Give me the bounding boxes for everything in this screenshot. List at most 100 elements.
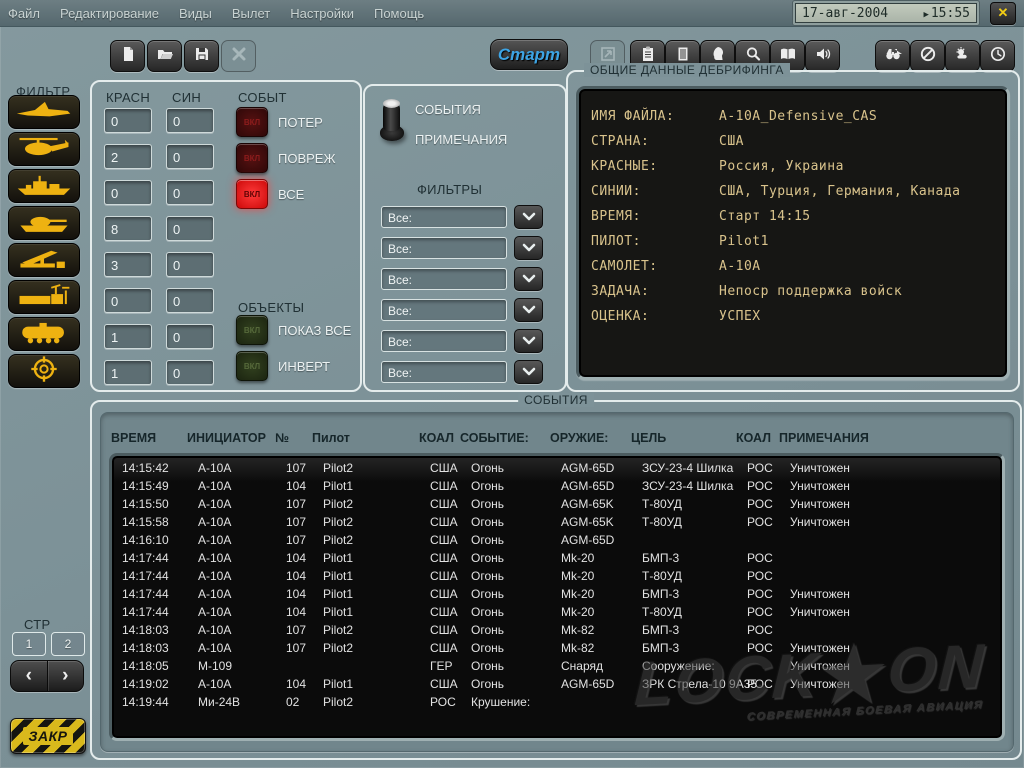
support-truck-icon [15, 282, 73, 313]
table-cell [790, 549, 998, 567]
open-file-button[interactable] [147, 40, 182, 72]
prohibit-button[interactable] [910, 40, 945, 72]
vkl-toggle-button[interactable]: ВКЛ [236, 315, 268, 345]
filter-dropdown[interactable]: Все: [381, 236, 543, 260]
debrief-panel: ОБЩИЕ ДАННЫЕ ДЕБРИФИНГА ИМЯ ФАЙЛА:A-10A_… [566, 70, 1020, 392]
weather-button[interactable] [945, 40, 980, 72]
view-button[interactable] [875, 40, 910, 72]
chevron-down-icon[interactable] [514, 205, 543, 229]
red-counter-field[interactable]: 0 [104, 288, 152, 313]
table-cell: Mk-20 [561, 549, 642, 567]
table-row[interactable]: 14:15:49A-10A104Pilot1СШАОгоньAGM-65DЗСУ… [122, 477, 998, 495]
table-cell: 14:17:44 [122, 549, 198, 567]
red-counter-field[interactable]: 8 [104, 216, 152, 241]
new-file-button[interactable] [110, 40, 145, 72]
blue-counter-field[interactable]: 0 [166, 180, 214, 205]
menu-item[interactable]: Виды [179, 6, 212, 21]
chevron-down-icon[interactable] [514, 329, 543, 353]
field-label: КРАСНЫЕ: [591, 159, 719, 174]
events-panel-title: СОБЫТИЯ [518, 393, 594, 407]
blue-counter-field[interactable]: 0 [166, 288, 214, 313]
filter-dropdown[interactable]: Все: [381, 329, 543, 353]
filter-dropdown[interactable]: Все: [381, 205, 543, 229]
menu-bar: Файл Редактирование Виды Вылет Настройки Помо… [0, 0, 1024, 27]
menu-item[interactable]: Настройки [290, 6, 354, 21]
page-2-button[interactable]: 2 [51, 632, 85, 656]
table-row[interactable]: 14:18:05М-109ГЕРОгоньСнарядСооружение:Ун… [122, 657, 998, 675]
menu-item[interactable]: Файл [8, 6, 40, 21]
toggle-row: ВКЛПОВРЕЖ [236, 144, 335, 172]
page-1-button[interactable]: 1 [12, 632, 46, 656]
filter-helicopter-button[interactable] [8, 132, 80, 166]
filter-armor-button[interactable] [8, 206, 80, 240]
chevron-down-icon[interactable] [514, 267, 543, 291]
vkl-toggle-button[interactable]: ВКЛ [236, 179, 268, 209]
table-cell: Т-80УД [642, 495, 747, 513]
start-button[interactable]: Старт [490, 39, 568, 70]
vkl-toggle-button[interactable]: ВКЛ [236, 351, 268, 381]
table-row[interactable]: 14:15:58A-10A107Pilot2СШАОгоньAGM-65KТ-8… [122, 513, 998, 531]
red-counter-field[interactable]: 1 [104, 324, 152, 349]
table-row[interactable]: 14:15:42A-10A107Pilot2СШАОгоньAGM-65DЗСУ… [122, 459, 998, 477]
table-row[interactable]: 14:17:44A-10A104Pilot1СШАОгоньMk-20Т-80У… [122, 603, 998, 621]
blue-counter-field[interactable]: 0 [166, 252, 214, 277]
chevron-down-icon[interactable] [514, 298, 543, 322]
filter-dropdown[interactable]: Все: [381, 267, 543, 291]
table-cell: 14:15:50 [122, 495, 198, 513]
filter-railcar-button[interactable] [8, 317, 80, 351]
table-row[interactable]: 14:19:44Ми-24В02Pilot2РОСКрушение: [122, 693, 998, 711]
filter-vehicle-button[interactable] [8, 280, 80, 314]
table-row[interactable]: 14:17:44A-10A104Pilot1СШАОгоньMk-20БМП-3… [122, 585, 998, 603]
window-close-button[interactable]: ✕ [990, 2, 1016, 25]
menu-item[interactable]: Редактирование [60, 6, 159, 21]
table-cell: БМП-3 [642, 549, 747, 567]
events-toggles-header: СОБЫТ [238, 90, 287, 105]
red-counter-field[interactable]: 0 [104, 180, 152, 205]
table-row[interactable]: 14:18:03A-10A107Pilot2СШАОгоньMk-82БМП-3… [122, 639, 998, 657]
table-row[interactable]: 14:19:02A-10A104Pilot1СШАОгоньAGM-65DЗРК… [122, 675, 998, 693]
table-cell: РОС [747, 639, 790, 657]
red-counter-field[interactable]: 3 [104, 252, 152, 277]
filter-ship-button[interactable] [8, 169, 80, 203]
filter-air-defense-button[interactable] [8, 243, 80, 277]
red-counter-field[interactable]: 2 [104, 144, 152, 169]
counters-panel: КРАСН СИН СОБЫТ 02083011 00000000 ВКЛПОТ… [90, 80, 362, 392]
table-cell: 104 [286, 567, 323, 585]
table-cell: 14:19:02 [122, 675, 198, 693]
red-counter-field[interactable]: 0 [104, 108, 152, 133]
table-row[interactable]: 14:15:50A-10A107Pilot2СШАОгоньAGM-65KТ-8… [122, 495, 998, 513]
blue-counter-field[interactable]: 0 [166, 108, 214, 133]
table-row[interactable]: 14:17:44A-10A104Pilot1СШАОгоньMk-20БМП-3… [122, 549, 998, 567]
table-cell: 14:18:05 [122, 657, 198, 675]
close-debrief-button[interactable]: ЗАКР [10, 718, 86, 754]
sound-button[interactable] [805, 40, 840, 72]
chevron-down-icon[interactable] [514, 236, 543, 260]
blue-counter-field[interactable]: 0 [166, 324, 214, 349]
filter-dropdown[interactable]: Все: [381, 298, 543, 322]
red-counter-field[interactable]: 1 [104, 360, 152, 385]
blue-counter-field[interactable]: 0 [166, 360, 214, 385]
next-page-button[interactable]: › [48, 661, 84, 691]
field-value: УСПЕХ [719, 309, 761, 324]
filter-target-button[interactable] [8, 354, 80, 388]
vkl-toggle-button[interactable]: ВКЛ [236, 143, 268, 173]
menu-item[interactable]: Помощь [374, 6, 424, 21]
chevron-down-icon[interactable] [514, 360, 543, 384]
table-row[interactable]: 14:17:44A-10A104Pilot1СШАОгоньMk-20Т-80У… [122, 567, 998, 585]
table-row[interactable]: 14:18:03A-10A107Pilot2СШАОгоньMk-82БМП-3… [122, 621, 998, 639]
blue-counter-field[interactable]: 0 [166, 144, 214, 169]
field-value: Pilot1 [719, 234, 769, 249]
events-table-viewport: 14:15:42A-10A107Pilot2СШАОгоньAGM-65DЗСУ… [109, 453, 1005, 741]
mode-switch-lever[interactable] [379, 99, 405, 141]
save-button[interactable] [184, 40, 219, 72]
table-row[interactable]: 14:16:10A-10A107Pilot2СШАОгоньAGM-65D [122, 531, 998, 549]
vkl-toggle-button[interactable]: ВКЛ [236, 107, 268, 137]
menu-item[interactable]: Вылет [232, 6, 270, 21]
speaker-icon [814, 45, 832, 68]
blue-counter-field[interactable]: 0 [166, 216, 214, 241]
prev-page-button[interactable]: ‹ [11, 661, 48, 691]
filter-aircraft-button[interactable] [8, 95, 80, 129]
table-cell: РОС [430, 693, 471, 711]
filter-dropdown[interactable]: Все: [381, 360, 543, 384]
time-button[interactable] [980, 40, 1015, 72]
